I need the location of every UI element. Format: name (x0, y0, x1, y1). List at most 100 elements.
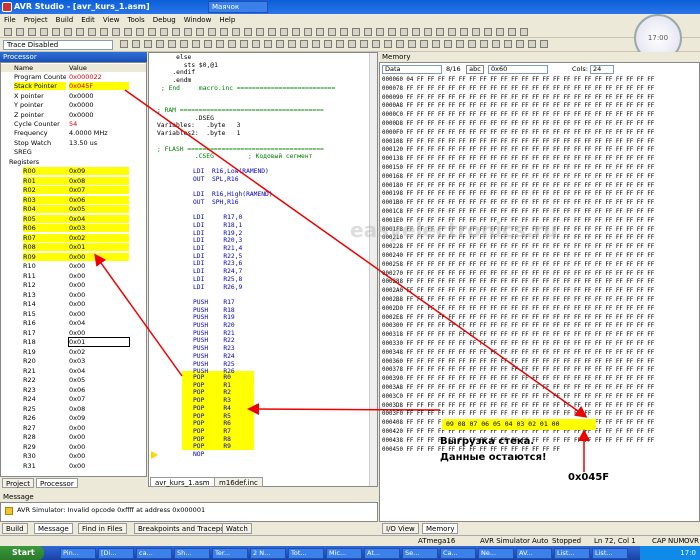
memory-row[interactable]: 000288 FF FF FF FF FF FF FF FF FF FF FF … (382, 279, 654, 286)
toolbar-icon[interactable] (384, 40, 392, 48)
register-row[interactable]: R31 0x00 (1, 462, 146, 470)
toolbar-icon[interactable] (192, 40, 200, 48)
menu-project[interactable]: Project (20, 14, 52, 26)
toolbar-icon[interactable] (228, 40, 236, 48)
memory-row[interactable]: 000318 FF FF FF FF FF FF FF FF FF FF FF … (382, 332, 654, 339)
toolbar-icon[interactable] (312, 40, 320, 48)
register-row[interactable]: R15 0x00 (1, 310, 146, 318)
toolbar-icon[interactable] (408, 40, 416, 48)
toolbar-icon[interactable] (208, 28, 216, 36)
toolbar-icon[interactable] (160, 28, 168, 36)
editor-scrollbar[interactable] (369, 53, 377, 486)
taskbar-item[interactable]: Mic... (326, 548, 362, 559)
toolbar-icon[interactable] (52, 28, 60, 36)
toolbar-icon[interactable] (388, 28, 396, 36)
toolbar-icon[interactable] (348, 40, 356, 48)
toolbar-icon[interactable] (432, 40, 440, 48)
taskbar-item[interactable]: Ne... (478, 548, 514, 559)
memory-row[interactable]: 000168 FF FF FF FF FF FF FF FF FF FF FF … (382, 174, 654, 181)
memory-row[interactable]: 0002A0 FF FF FF FF FF FF FF FF FF FF FF … (382, 288, 654, 295)
taskbar-item[interactable]: 2 N... (250, 548, 286, 559)
toolbar-icon[interactable] (4, 28, 12, 36)
register-row[interactable]: R27 0x00 (1, 424, 146, 432)
menu-window[interactable]: Window (180, 14, 216, 26)
tab-memory[interactable]: Memory (422, 523, 459, 534)
processor-row[interactable]: Program Counter 0x000022 (1, 73, 146, 81)
toolbar-icon[interactable] (172, 28, 180, 36)
toolbar-icon[interactable] (336, 40, 344, 48)
memory-row[interactable]: 000060 04 FF FF FF FF FF FF FF FF FF FF … (382, 77, 654, 84)
toolbar-icon[interactable] (444, 40, 452, 48)
menu-edit[interactable]: Edit (77, 14, 99, 26)
memory-row[interactable]: 000180 FF FF FF FF FF FF FF FF FF FF FF … (382, 183, 654, 190)
toolbar-icon[interactable] (324, 40, 332, 48)
menu-build[interactable]: Build (52, 14, 78, 26)
memory-row[interactable]: 0000A8 FF FF FF FF FF FF FF FF FF FF FF … (382, 103, 654, 110)
toolbar-icon[interactable] (216, 40, 224, 48)
toolbar-icon[interactable] (364, 28, 372, 36)
tab-watch[interactable]: Watch (222, 523, 252, 534)
taskbar-item[interactable]: List... (592, 548, 628, 559)
toolbar-icon[interactable] (376, 28, 384, 36)
toolbar-icon[interactable] (516, 40, 524, 48)
toolbar-icon[interactable] (136, 28, 144, 36)
tab-build[interactable]: Build (2, 523, 28, 534)
processor-row[interactable]: Frequency 4.0000 MHz (1, 129, 146, 137)
memory-row[interactable]: 0003A8 FF FF FF FF FF FF FF FF FF FF FF … (382, 385, 654, 392)
register-row[interactable]: R20 0x03 (1, 357, 146, 365)
toolbar-icon[interactable] (456, 40, 464, 48)
register-row[interactable]: R11 0x00 (1, 272, 146, 280)
taskbar-item[interactable]: Ter... (212, 548, 248, 559)
register-row[interactable]: R07 0x02 (1, 233, 146, 242)
memory-row[interactable]: 000360 FF FF FF FF FF FF FF FF FF FF FF … (382, 359, 654, 366)
registers-group[interactable]: Registers (1, 158, 146, 166)
tab-io-view[interactable]: I/O View (382, 523, 419, 534)
processor-row[interactable]: Y pointer 0x0000 (1, 101, 146, 109)
taskbar-item[interactable]: Sh... (174, 548, 210, 559)
taskbar-item[interactable]: At... (364, 548, 400, 559)
taskbar-item[interactable]: [Di... (98, 548, 134, 559)
memory-row[interactable]: 000300 FF FF FF FF FF FF FF FF FF FF FF … (382, 323, 654, 330)
memory-row[interactable]: 0000C0 FF FF FF FF FF FF FF FF FF FF FF … (382, 112, 654, 119)
register-row[interactable]: R17 0x00 (1, 329, 146, 337)
toolbar-icon[interactable] (124, 28, 132, 36)
toolbar-icon[interactable] (148, 28, 156, 36)
toolbar-icon[interactable] (504, 40, 512, 48)
tab-message[interactable]: Message (34, 523, 73, 534)
toolbar-icon[interactable] (156, 40, 164, 48)
register-row[interactable]: R12 0x00 (1, 281, 146, 289)
toolbar-icon[interactable] (280, 28, 288, 36)
register-row[interactable]: R26 0x09 (1, 414, 146, 422)
memory-abc-button[interactable]: abc (466, 65, 484, 74)
toolbar-icon[interactable] (288, 40, 296, 48)
toolbar-icon[interactable] (28, 28, 36, 36)
toolbar-icon[interactable] (352, 28, 360, 36)
memory-row[interactable]: 0003D8 FF FF FF FF FF FF FF FF FF FF FF … (382, 403, 654, 410)
memory-row[interactable]: 000090 FF FF FF FF FF FF FF FF FF FF FF … (382, 95, 654, 102)
memory-width-button[interactable]: 8/16 (446, 65, 464, 74)
taskbar-item[interactable]: List... (554, 548, 590, 559)
memory-row[interactable]: 000330 FF FF FF FF FF FF FF FF FF FF FF … (382, 341, 654, 348)
toolbar-icon[interactable] (480, 40, 488, 48)
register-row[interactable]: R18 0x01 (1, 337, 146, 347)
memory-row[interactable]: 000270 FF FF FF FF FF FF FF FF FF FF FF … (382, 271, 654, 278)
memory-row[interactable]: 000138 FF FF FF FF FF FF FF FF FF FF FF … (382, 156, 654, 163)
toolbar-icon[interactable] (340, 28, 348, 36)
toolbar-icon[interactable] (268, 28, 276, 36)
memory-row[interactable]: 000378 FF FF FF FF FF FF FF FF FF FF FF … (382, 367, 654, 374)
toolbar-icon[interactable] (204, 40, 212, 48)
memory-row[interactable]: 000240 FF FF FF FF FF FF FF FF FF FF FF … (382, 253, 654, 260)
toolbar-icon[interactable] (16, 28, 24, 36)
toolbar-icon[interactable] (448, 28, 456, 36)
toolbar-icon[interactable] (508, 28, 516, 36)
toolbar-icon[interactable] (184, 28, 192, 36)
toolbar-icon[interactable] (64, 28, 72, 36)
processor-row[interactable]: Stack Pointer 0x045F (1, 82, 146, 91)
toolbar-icon[interactable] (496, 28, 504, 36)
toolbar-icon[interactable] (420, 40, 428, 48)
taskbar-item[interactable]: ca... (136, 548, 172, 559)
tab-find-in-files[interactable]: Find in Files (78, 523, 127, 534)
toolbar-icon[interactable] (424, 28, 432, 36)
processor-row[interactable]: SREG (1, 148, 146, 156)
memory-row[interactable]: 0003F0 FF FF FF FF FF FF FF FF FF FF FF … (382, 411, 654, 418)
